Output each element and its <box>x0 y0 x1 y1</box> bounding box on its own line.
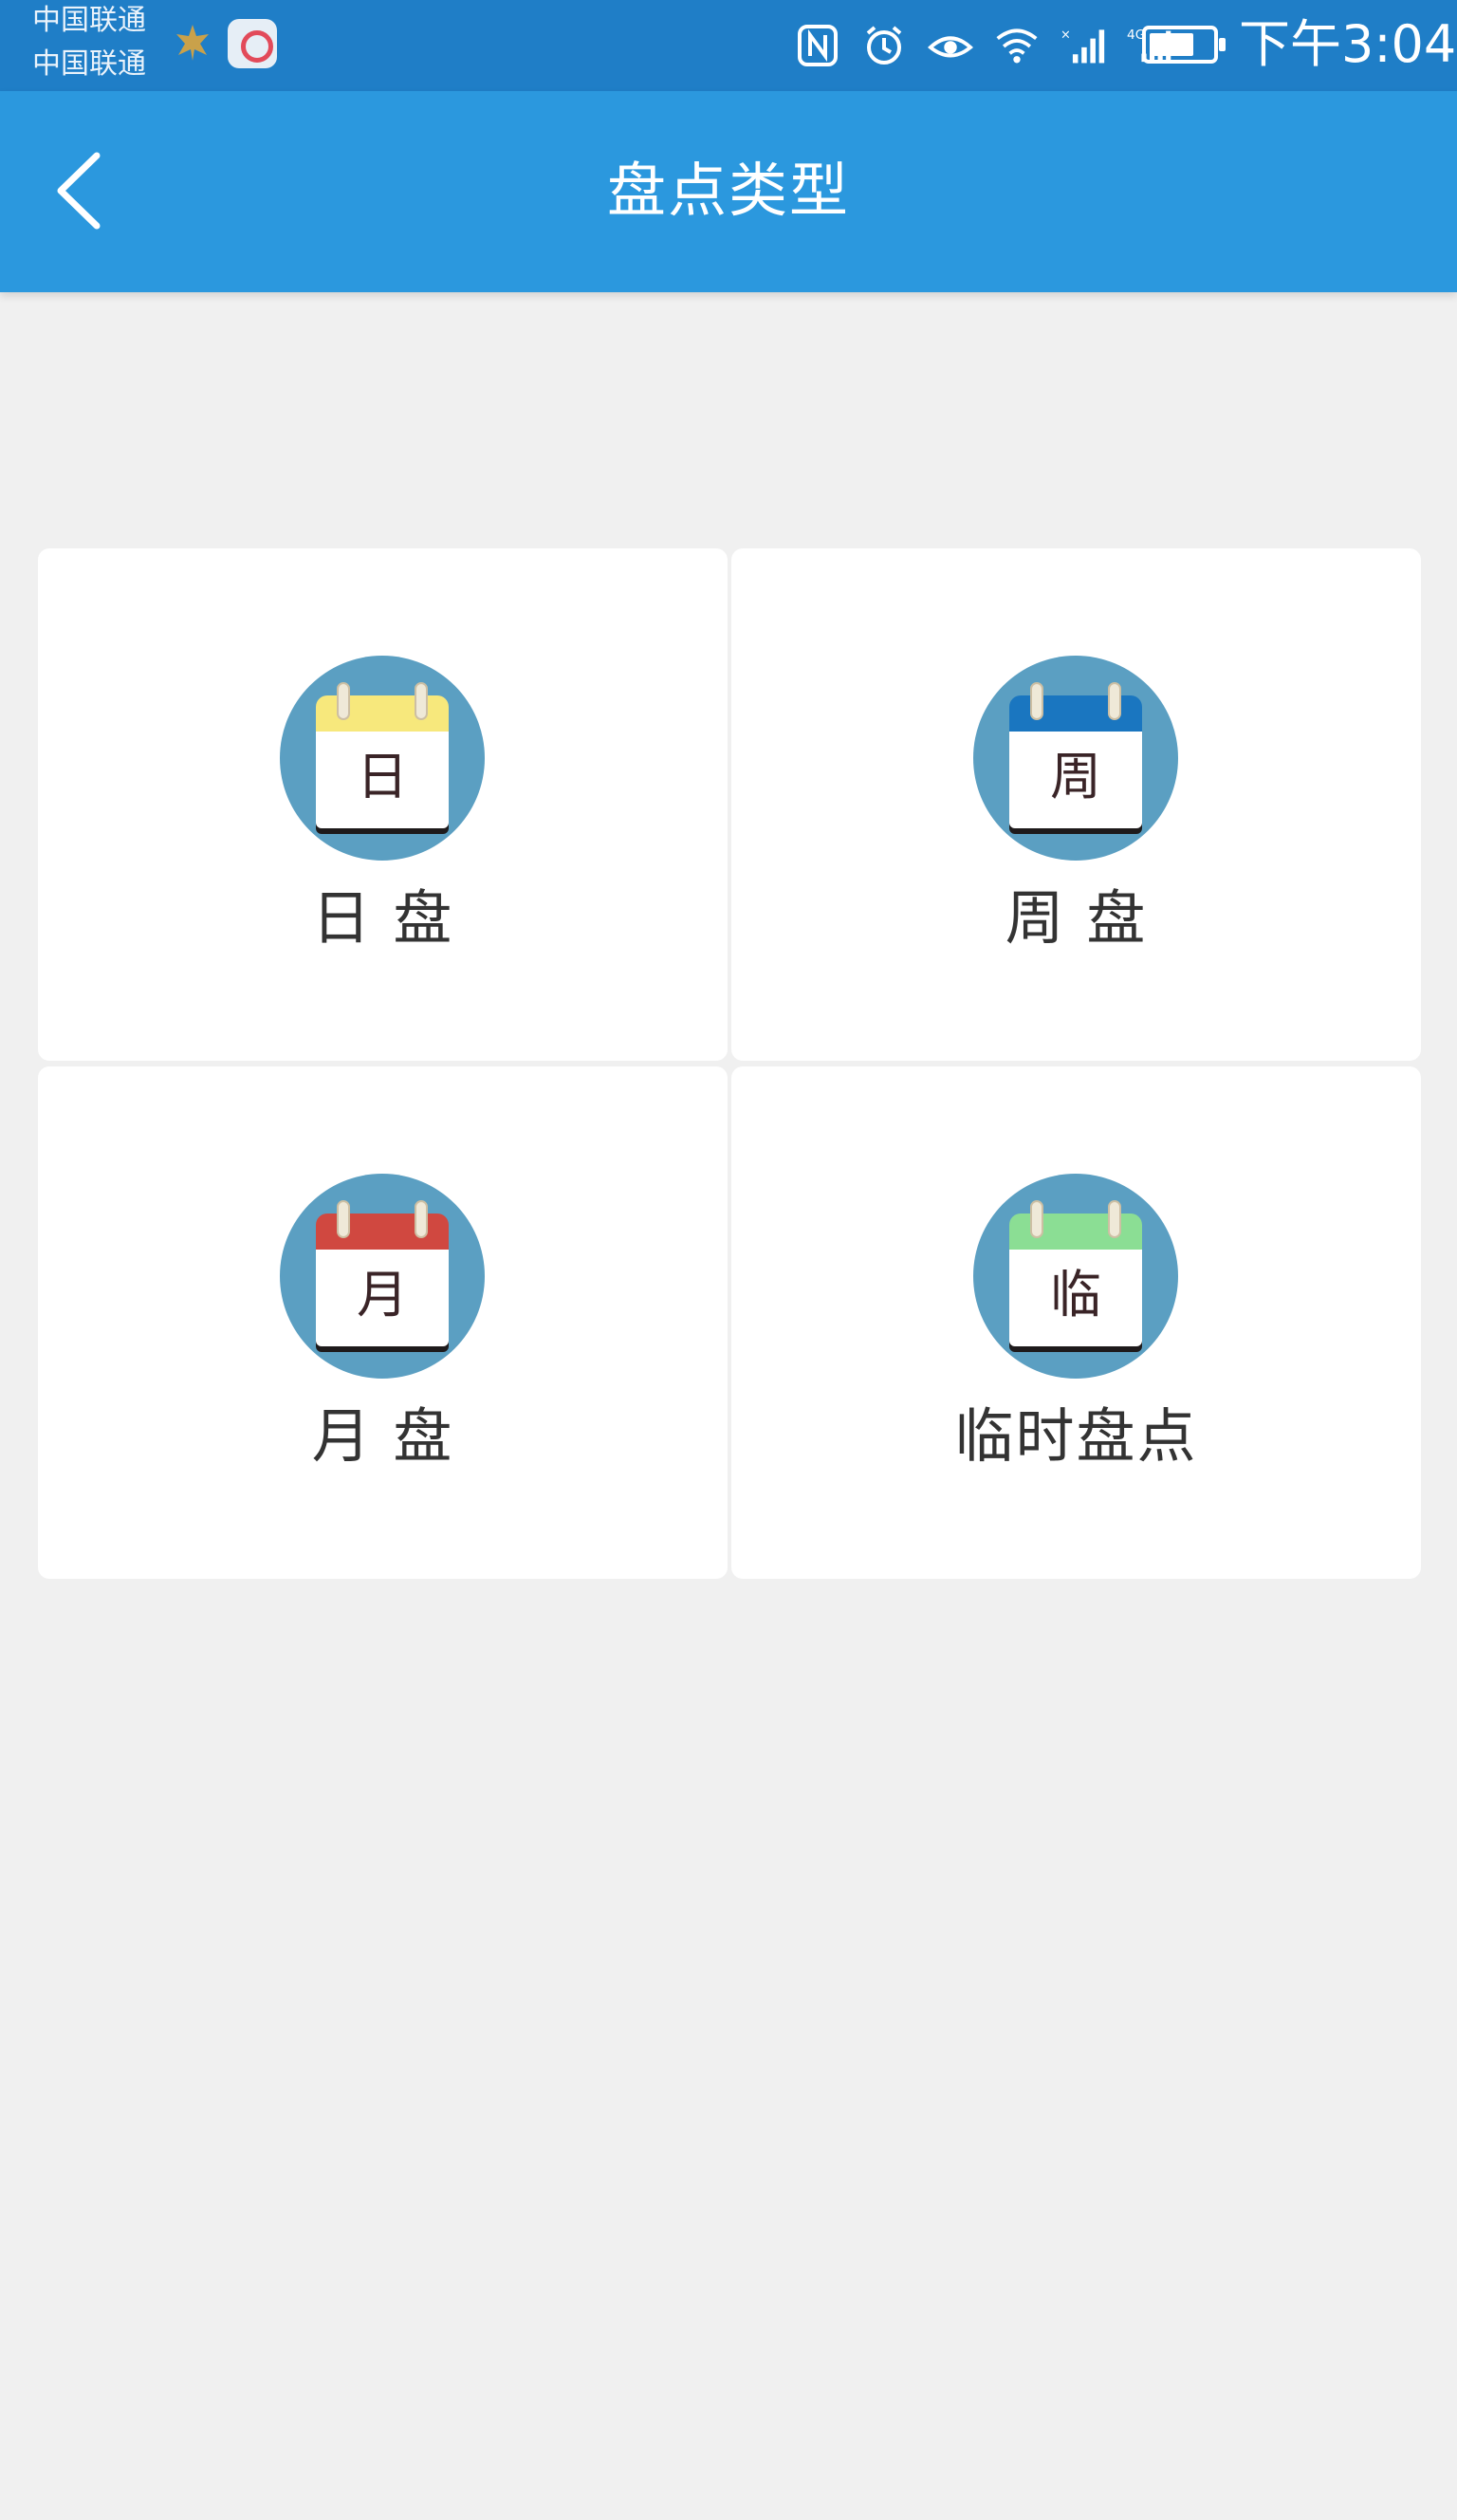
card-label: 日 盘 <box>311 883 454 953</box>
wifi-icon <box>994 23 1040 68</box>
calendar-icon: 周 <box>973 656 1178 861</box>
nfc-icon <box>795 23 840 68</box>
temporary-inventory-card[interactable]: 临 临时盘点 <box>731 1066 1421 1579</box>
battery-icon <box>1142 26 1226 64</box>
card-label: 临时盘点 <box>954 1401 1198 1471</box>
carrier-label: 中国联通 <box>32 4 146 37</box>
app-bar: 盘点类型 <box>0 91 1457 292</box>
calendar-icon-char: 月 <box>357 1265 408 1325</box>
calendar-icon-char: 日 <box>357 747 408 806</box>
calendar-icon: 临 <box>973 1174 1178 1379</box>
status-time: 下午3:04 <box>1239 14 1457 74</box>
status-icons: × 4G <box>795 17 1172 74</box>
app-notification-icon <box>228 19 277 68</box>
calendar-header <box>316 695 449 732</box>
card-label: 月 盘 <box>311 1401 454 1471</box>
alarm-icon <box>861 23 907 68</box>
calendar-icon-char: 周 <box>1050 747 1101 806</box>
card-label: 周 盘 <box>1005 883 1148 953</box>
monthly-inventory-card[interactable]: 月 月 盘 <box>38 1066 728 1579</box>
status-bar: 中国联通 中国联通 × 4G 下午3:04 <box>0 0 1457 91</box>
calendar-icon: 日 <box>280 656 485 861</box>
weekly-inventory-card[interactable]: 周 周 盘 <box>731 548 1421 1061</box>
leaf-notification-icon <box>176 25 209 61</box>
calendar-header <box>1009 1214 1142 1250</box>
calendar-header <box>316 1214 449 1250</box>
inventory-type-grid: 日 日 盘 周 周 盘 月 月 盘 临 临时盘点 <box>38 548 1421 1579</box>
calendar-header <box>1009 695 1142 732</box>
svg-text:×: × <box>1060 28 1071 43</box>
calendar-icon: 月 <box>280 1174 485 1379</box>
calendar-icon-char: 临 <box>1050 1265 1101 1325</box>
page-title: 盘点类型 <box>606 156 850 225</box>
signal-icon: × <box>1060 23 1106 68</box>
eye-comfort-icon <box>928 23 973 68</box>
carrier-label: 中国联通 <box>32 47 146 81</box>
daily-inventory-card[interactable]: 日 日 盘 <box>38 548 728 1061</box>
